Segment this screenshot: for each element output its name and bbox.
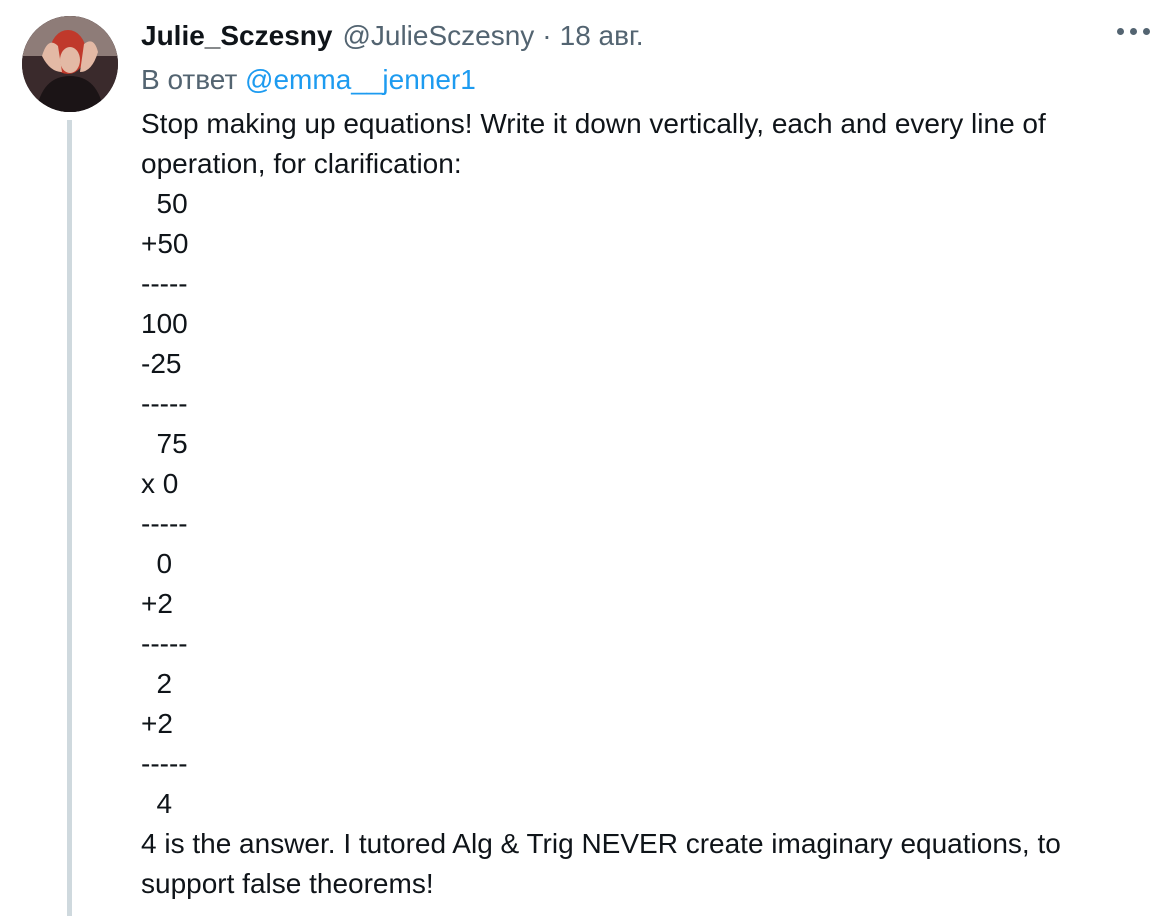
calc-line: ----- bbox=[141, 268, 188, 299]
avatar-image bbox=[22, 16, 118, 112]
tweet-text: Stop making up equations! Write it down … bbox=[141, 104, 1151, 904]
user-handle[interactable]: @JulieSczesny bbox=[342, 16, 534, 56]
more-dots-icon[interactable] bbox=[1117, 28, 1150, 35]
separator: · bbox=[542, 20, 552, 51]
tweet-date[interactable]: 18 авг. bbox=[560, 16, 644, 56]
calc-line: ----- bbox=[141, 628, 188, 659]
calc-line: 50 bbox=[141, 188, 188, 219]
calc-line: -25 bbox=[141, 348, 182, 379]
calc-line: 4 bbox=[141, 788, 173, 819]
reply-prefix: В ответ bbox=[141, 64, 238, 95]
calc-line: 75 bbox=[141, 428, 188, 459]
dot bbox=[1130, 28, 1137, 35]
calc-line: x 0 bbox=[141, 468, 179, 499]
dot bbox=[1117, 28, 1124, 35]
reply-mention-link[interactable]: @emma__jenner1 bbox=[245, 64, 476, 95]
calc-line: ----- bbox=[141, 508, 188, 539]
calc-line: 2 bbox=[141, 668, 173, 699]
calc-line: ----- bbox=[141, 388, 188, 419]
calc-line: ----- bbox=[141, 748, 188, 779]
calc-line: +50 bbox=[141, 228, 189, 259]
tweet-outro: 4 is the answer. I tutored Alg & Trig NE… bbox=[141, 828, 1061, 899]
tweet-header: Julie_Sczesny @JulieSczesny · 18 авг. bbox=[141, 16, 644, 56]
display-name[interactable]: Julie_Sczesny bbox=[141, 16, 332, 56]
thread-connector-line bbox=[67, 120, 72, 916]
calc-line: 0 bbox=[141, 548, 173, 579]
calc-line: +2 bbox=[141, 708, 173, 739]
calc-line: 100 bbox=[141, 308, 188, 339]
tweet-intro: Stop making up equations! Write it down … bbox=[141, 108, 1046, 179]
tweet: Julie_Sczesny @JulieSczesny · 18 авг. В … bbox=[0, 0, 1176, 916]
avatar[interactable] bbox=[22, 16, 118, 112]
calc-line: +2 bbox=[141, 588, 173, 619]
reply-context: В ответ @emma__jenner1 bbox=[141, 60, 476, 100]
dot bbox=[1143, 28, 1150, 35]
